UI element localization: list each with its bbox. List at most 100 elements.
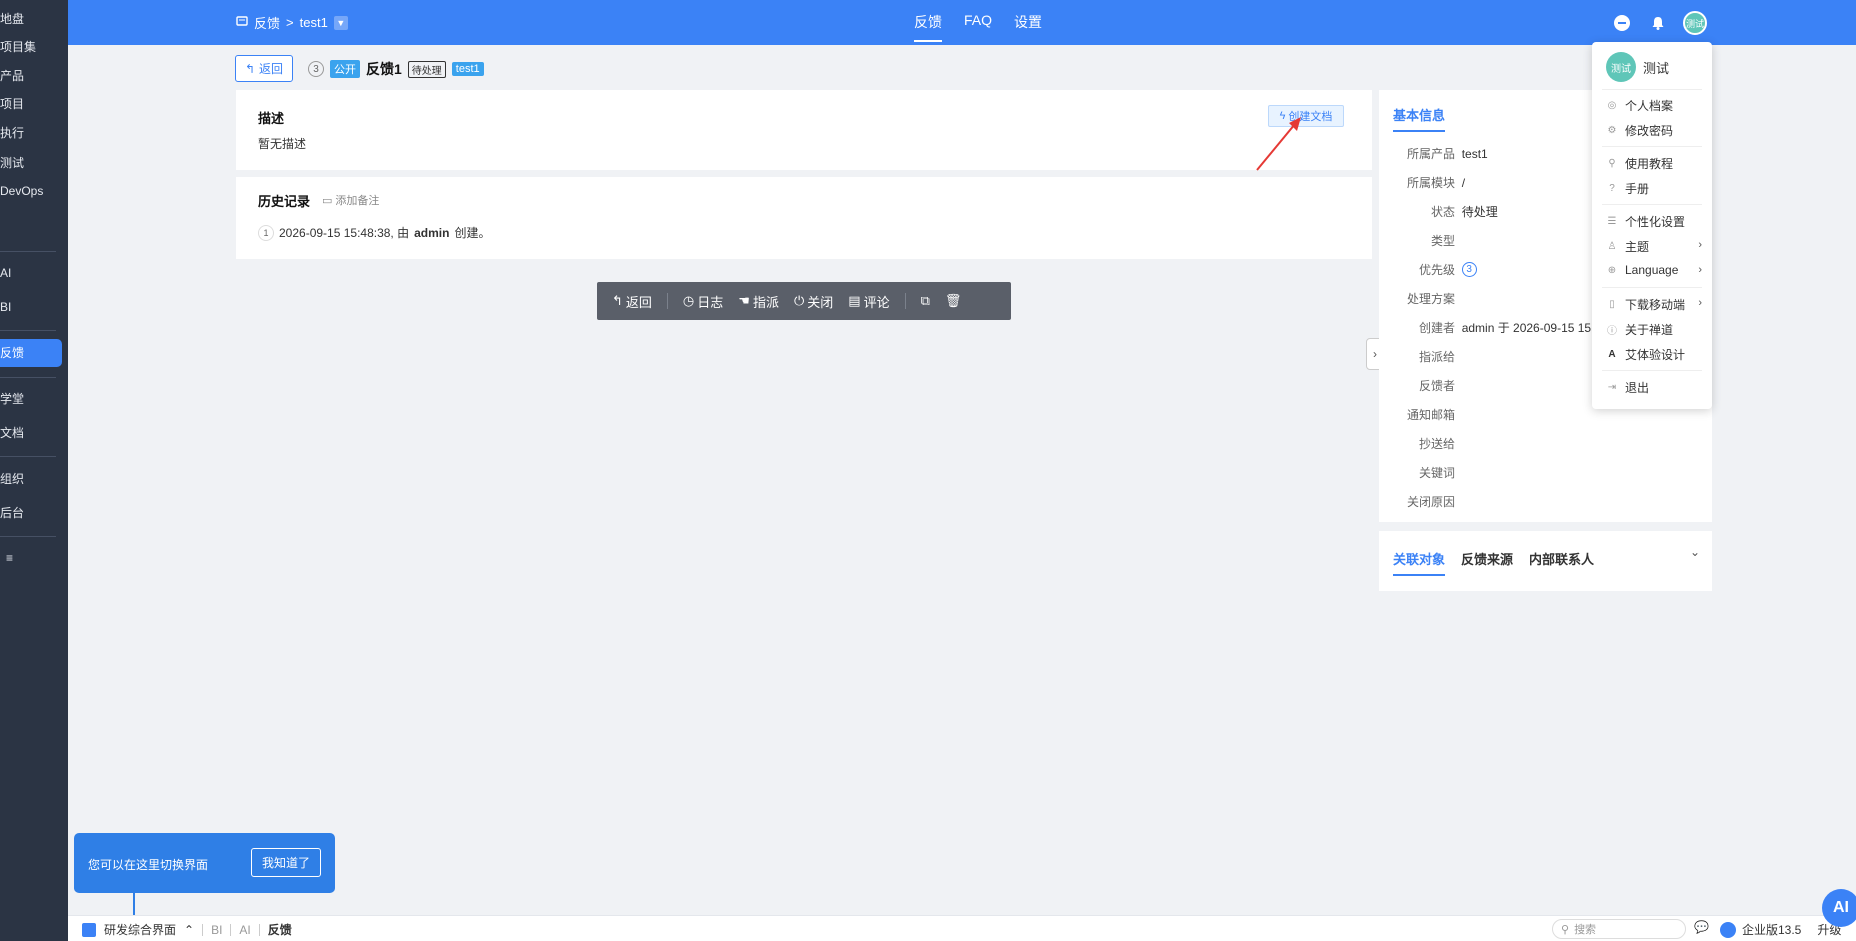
status-badge: 待处理 [407,60,446,78]
search-icon: ⚲ [1561,923,1570,936]
toolbar-log-label: 日志 [697,294,724,310]
menu-item-preferences[interactable]: ☰ 个性化设置 [1606,213,1686,230]
sidebar-item-bi[interactable]: BI [0,293,62,321]
trash-icon[interactable]: 🗑 [945,293,962,309]
sidebar-item-execution[interactable]: 执行 [0,119,62,147]
sidebar-item-academy[interactable]: 学堂 [0,385,62,413]
menu-item-label: 个性化设置 [1625,215,1686,229]
sidebar-item-project[interactable]: 项目 [0,90,62,118]
chevron-up-icon[interactable]: ⌃ [184,923,194,937]
menu-item-tutorial[interactable]: ⚲ 使用教程 [1606,155,1673,172]
undo-arrow-icon: ↰ [612,293,623,308]
info-value: 待处理 [1461,205,1498,219]
priority-badge: 3 [1461,262,1477,277]
history-entry-action: 创建。 [454,226,491,240]
menu-divider [1602,287,1702,288]
interface-switcher[interactable]: 研发综合界面 [104,921,176,938]
exit-icon: ⇥ [1607,382,1617,393]
sidebar-item-product[interactable]: 产品 [0,62,62,90]
breadcrumb-separator: > [286,15,294,30]
ai-assistant-button[interactable]: AI [1822,889,1856,927]
info-value: test1 [1461,147,1488,161]
menu-item-about[interactable]: ⓘ 关于禅道 [1606,321,1673,338]
bottom-tab-feedback[interactable]: 反馈 [268,921,292,938]
toolbar-back-button[interactable]: ↰ 返回 [612,292,652,311]
toolbar-close-button[interactable]: ⏻ 关闭 [794,292,833,311]
sidebar-menu-toggle-icon[interactable]: ≡ [0,544,62,572]
interface-switch-tooltip: 您可以在这里切换界面 我知道了 [74,833,335,893]
sidebar-item-feedback[interactable]: 反馈 [0,339,62,367]
info-key: 创建者 [1419,321,1456,335]
tooltip-confirm-button[interactable]: 我知道了 [251,848,321,877]
sidebar-item-org[interactable]: 组织 [0,465,62,493]
globe-icon: ⊕ [1607,264,1617,276]
sidebar-item-ai[interactable]: AI [0,259,62,287]
sidebar-item-program[interactable]: 项目集 [0,33,62,61]
undo-arrow-icon: ↰ [244,61,256,76]
chevron-down-icon[interactable]: ▼ [333,15,348,30]
list-icon: ☰ [1607,216,1617,227]
breadcrumb: 反馈 > test1 ▼ [236,13,348,32]
create-plus-icon[interactable] [1611,12,1633,34]
user-avatar[interactable]: 测试 [1683,11,1707,35]
search-input[interactable]: ⚲ 搜索 [1552,919,1686,939]
tab-settings[interactable]: 设置 [1014,12,1042,42]
logo-icon [1720,921,1736,938]
info-row-module: 所属模块 / [1407,174,1465,191]
menu-item-manual[interactable]: ? 手册 [1606,180,1649,197]
sidebar-item-test[interactable]: 测试 [0,149,62,177]
toolbar-comment-label: 评论 [863,294,890,310]
chat-icon[interactable]: 💬 [1694,920,1709,934]
product-badge: test1 [451,62,484,76]
add-note-button[interactable]: ▭ 添加备注 [322,192,379,208]
tab-basic-info[interactable]: 基本信息 [1393,105,1446,132]
info-row-close-reason: 关闭原因 [1407,493,1455,510]
tab-feedback-source[interactable]: 反馈来源 [1461,549,1513,576]
user-menu-profile-header[interactable]: 测试 测试 [1606,52,1669,82]
hand-icon: ☚ [738,293,750,308]
breadcrumb-product[interactable]: test1 [300,15,328,30]
info-key: 反馈者 [1419,379,1456,393]
sidebar-item-admin[interactable]: 后台 [0,499,62,527]
copy-icon[interactable]: ⧉ [921,293,930,309]
related-card: 关联对象 反馈来源 内部联系人 ⌄ [1379,531,1712,591]
bottom-tab-bi[interactable]: BI [211,923,222,937]
menu-item-change-password[interactable]: ⚙ 修改密码 [1606,122,1674,139]
info-key: 关闭原因 [1407,495,1456,509]
sidebar-item-devops[interactable]: DevOps [0,177,62,205]
menu-item-language[interactable]: ⊕ Language [1606,263,1679,277]
tab-related-objects[interactable]: 关联对象 [1393,549,1446,576]
toolbar-log-button[interactable]: ◷ 日志 [683,292,723,311]
menu-item-logout[interactable]: ⇥ 退出 [1606,379,1649,396]
breadcrumb-module[interactable]: 反馈 [254,13,280,32]
sidebar-item-dashboard[interactable]: 地盘 [0,5,62,33]
action-toolbar: ↰ 返回 ◷ 日志 ☚ 指派 ⏻ 关闭 ▤ 评论 ⧉ 🗑 [597,282,1011,320]
info-key: 类型 [1431,234,1456,248]
toolbar-assign-label: 指派 [752,294,779,310]
visibility-badge: 公开 [330,60,360,78]
menu-item-profile[interactable]: ◎ 个人档案 [1606,97,1673,114]
toolbar-comment-button[interactable]: ▤ 评论 [848,292,889,311]
info-value: admin 于 2026-09-15 15 [1461,321,1592,335]
menu-item-label: 下载移动端 [1625,298,1686,312]
back-button[interactable]: ↰ 返回 [235,55,293,82]
related-tabs: 关联对象 反馈来源 内部联系人 [1393,549,1594,576]
tab-faq[interactable]: FAQ [964,12,992,42]
history-entry-user: admin [414,225,450,240]
tab-feedback[interactable]: 反馈 [914,12,942,42]
divider [202,923,204,936]
info-key: 通知邮箱 [1407,408,1456,422]
menu-item-theme[interactable]: ♙ 主题 [1606,238,1706,255]
tab-internal-contacts[interactable]: 内部联系人 [1529,549,1594,576]
menu-item-label: 个人档案 [1625,99,1674,113]
sidebar-divider [0,330,56,331]
history-card: 历史记录 ▭ 添加备注 1 2026-09-15 15:48:38, 由 adm… [236,177,1372,259]
sidebar-item-doc[interactable]: 文档 [0,419,62,447]
toolbar-assign-button[interactable]: ☚ 指派 [738,292,779,311]
menu-item-download-mobile[interactable]: ▯ 下载移动端 [1606,296,1685,313]
chevron-down-icon[interactable]: ⌄ [1690,545,1700,559]
menu-item-design[interactable]: A 艾体验设计 [1606,346,1685,363]
bell-icon[interactable] [1647,12,1669,34]
bottom-tab-ai[interactable]: AI [239,923,250,937]
info-row-status: 状态 待处理 [1431,203,1498,220]
